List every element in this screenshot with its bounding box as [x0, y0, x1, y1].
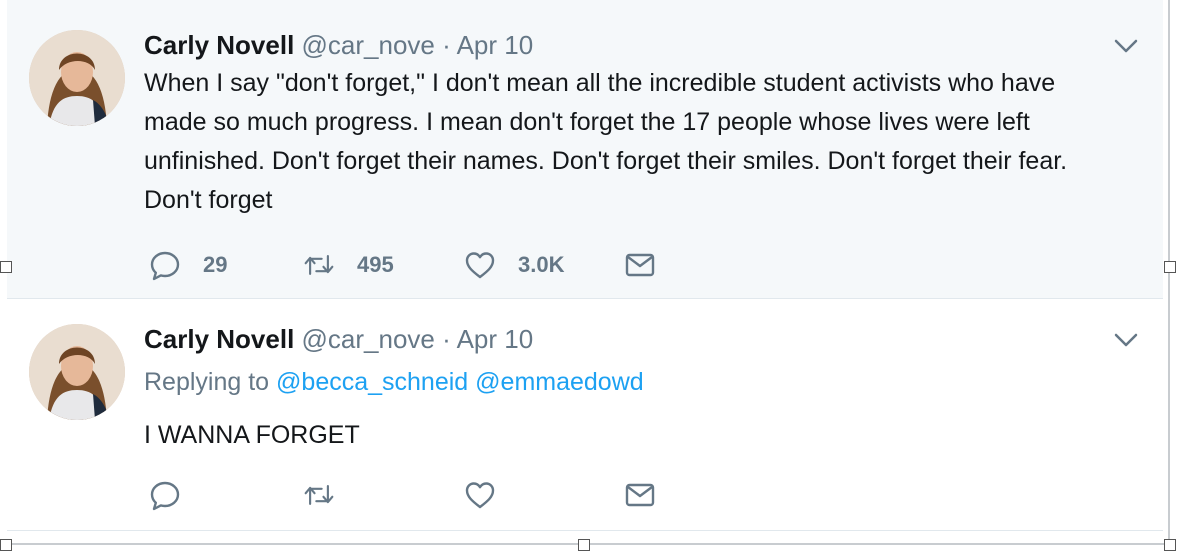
replying-to: Replying to @becca_schneid @emmaedowd	[144, 368, 644, 397]
retweet-icon	[304, 255, 334, 275]
avatar[interactable]	[29, 324, 125, 420]
resize-handle-bottom-right[interactable]	[1164, 539, 1176, 551]
like-count: 3.0K	[518, 252, 565, 277]
direct-message-button[interactable]	[624, 248, 656, 282]
reply-icon	[150, 251, 180, 281]
retweet-button[interactable]: 495	[303, 248, 394, 282]
replying-to-label: Replying to	[144, 368, 270, 396]
tweet-header: Carly Novell @car_nove · Apr 10	[144, 324, 533, 355]
envelope-icon	[625, 253, 655, 277]
resize-handle-left[interactable]	[0, 261, 12, 273]
retweet-icon	[304, 485, 334, 505]
author-handle[interactable]: @car_nove	[302, 324, 435, 354]
like-button[interactable]: 3.0K	[464, 248, 564, 282]
separator-dot: ·	[442, 30, 451, 60]
retweet-count: 495	[357, 252, 394, 277]
retweet-button[interactable]	[303, 478, 357, 512]
envelope-icon	[625, 483, 655, 507]
resize-handle-bottom[interactable]	[578, 539, 590, 551]
chevron-down-icon[interactable]	[1113, 36, 1139, 56]
mention-link[interactable]: @becca_schneid	[276, 368, 468, 396]
tweet-header: Carly Novell @car_nove · Apr 10	[144, 30, 533, 61]
author-name[interactable]: Carly Novell	[144, 324, 294, 354]
reply-icon	[150, 481, 180, 511]
heart-icon	[465, 482, 495, 509]
reply-button[interactable]: 29	[149, 248, 227, 282]
resize-handle-bottom-left[interactable]	[0, 539, 12, 551]
tweet-date[interactable]: Apr 10	[457, 30, 534, 60]
reply-button[interactable]	[149, 478, 203, 512]
heart-icon	[465, 252, 495, 279]
mention-link[interactable]: @emmaedowd	[475, 368, 644, 396]
chevron-down-icon[interactable]	[1113, 330, 1139, 350]
author-name[interactable]: Carly Novell	[144, 30, 294, 60]
tweet-text: I WANNA FORGET	[144, 421, 360, 449]
reply-count: 29	[203, 252, 228, 277]
tweet[interactable]: Carly Novell @car_nove · Apr 10 When I s…	[7, 0, 1163, 299]
like-button[interactable]	[464, 478, 518, 512]
tweet-text: When I say "don't forget," I don't mean …	[144, 69, 1068, 214]
direct-message-button[interactable]	[624, 478, 656, 512]
avatar[interactable]	[29, 30, 125, 126]
resize-handle-right[interactable]	[1164, 261, 1176, 273]
tweet[interactable]: Carly Novell @car_nove · Apr 10 Replying…	[7, 300, 1163, 531]
author-handle[interactable]: @car_nove	[302, 30, 435, 60]
separator-dot: ·	[442, 324, 451, 354]
tweet-date[interactable]: Apr 10	[457, 324, 534, 354]
